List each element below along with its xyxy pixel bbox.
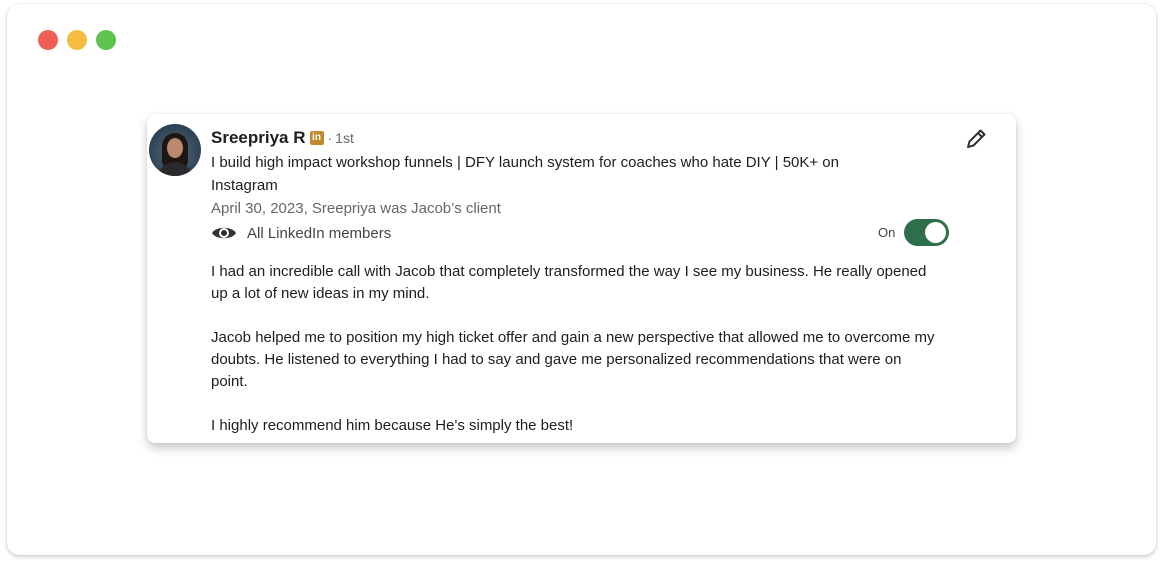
eye-icon [212, 227, 236, 239]
author-name-row: Sreepriya R in · 1st [211, 128, 951, 148]
toggle-knob [925, 222, 947, 243]
zoom-window-button[interactable] [96, 30, 116, 50]
visibility-label: All LinkedIn members [247, 224, 392, 242]
pencil-icon[interactable] [963, 126, 989, 152]
author-headline: I build high impact workshop funnels | D… [211, 154, 839, 194]
recommendation-body: I had an incredible call with Jacob that… [211, 261, 941, 437]
close-window-button[interactable] [38, 30, 58, 50]
minimize-window-button[interactable] [67, 30, 87, 50]
window-controls [38, 30, 116, 50]
toggle-state-label: On [878, 225, 896, 240]
body-paragraph: I highly recommend him because He's simp… [211, 417, 574, 434]
name-separator: · [327, 130, 333, 146]
visibility-toggle[interactable] [904, 219, 950, 246]
recommendation-card: Sreepriya R in · 1st I build high impact… [147, 114, 1016, 443]
visibility-row: All LinkedIn members On [211, 219, 951, 246]
recommendation-meta: April 30, 2023, Sreepriya was Jacob’s cl… [211, 200, 501, 217]
connection-degree: 1st [335, 130, 354, 146]
recommendation-content: Sreepriya R in · 1st I build high impact… [211, 128, 951, 437]
visibility-toggle-group: On [878, 219, 950, 246]
avatar-face [167, 138, 183, 158]
avatar[interactable] [149, 124, 201, 176]
body-paragraph: Jacob helped me to position my high tick… [211, 329, 935, 390]
author-name[interactable]: Sreepriya R [211, 128, 306, 148]
linkedin-premium-badge-icon: in [309, 131, 324, 145]
body-paragraph: I had an incredible call with Jacob that… [211, 263, 927, 302]
